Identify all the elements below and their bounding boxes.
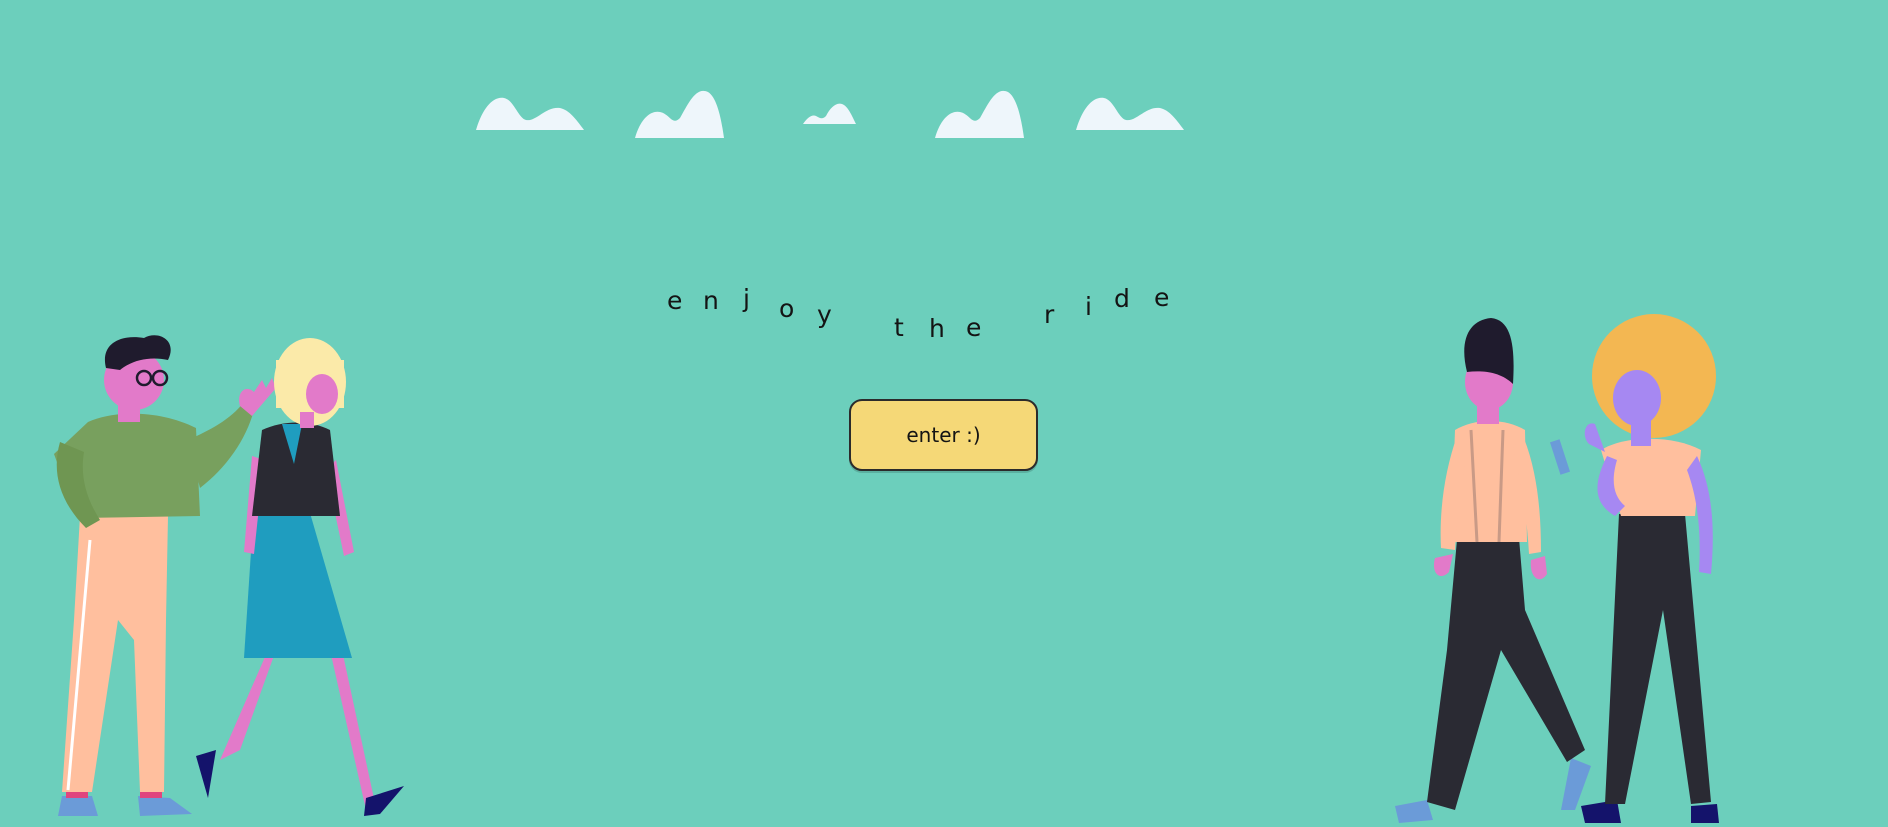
enter-button[interactable]: enter :): [849, 399, 1038, 471]
man-green-sweater: [54, 335, 276, 816]
tagline-letter: r: [1044, 300, 1055, 329]
tagline-enjoy-the-ride: e n j o y t h e r i d e: [0, 0, 1888, 360]
tagline-letter: t: [894, 313, 904, 342]
tagline-letter: h: [929, 314, 945, 343]
illustration-right-people: [1395, 310, 1735, 823]
illustration-left-people: [40, 320, 420, 823]
tagline-letter: e: [966, 313, 982, 342]
tagline-letter: e: [1154, 283, 1170, 312]
man-suspenders: [1395, 318, 1591, 823]
people-walking-illustration: [54, 335, 404, 816]
enter-button-label: enter :): [906, 423, 981, 447]
tagline-letter: o: [779, 294, 795, 323]
phone-icon: [1549, 439, 1571, 475]
tagline-letter: y: [817, 300, 832, 329]
people-walking-illustration: [1395, 314, 1719, 823]
tagline-letter: e: [667, 286, 683, 315]
woman-blue-skirt: [196, 338, 404, 816]
tagline-letter: i: [1085, 292, 1092, 321]
tagline-letter: j: [743, 284, 750, 313]
tagline-letter: d: [1114, 284, 1130, 313]
tagline-letter: n: [703, 286, 719, 315]
